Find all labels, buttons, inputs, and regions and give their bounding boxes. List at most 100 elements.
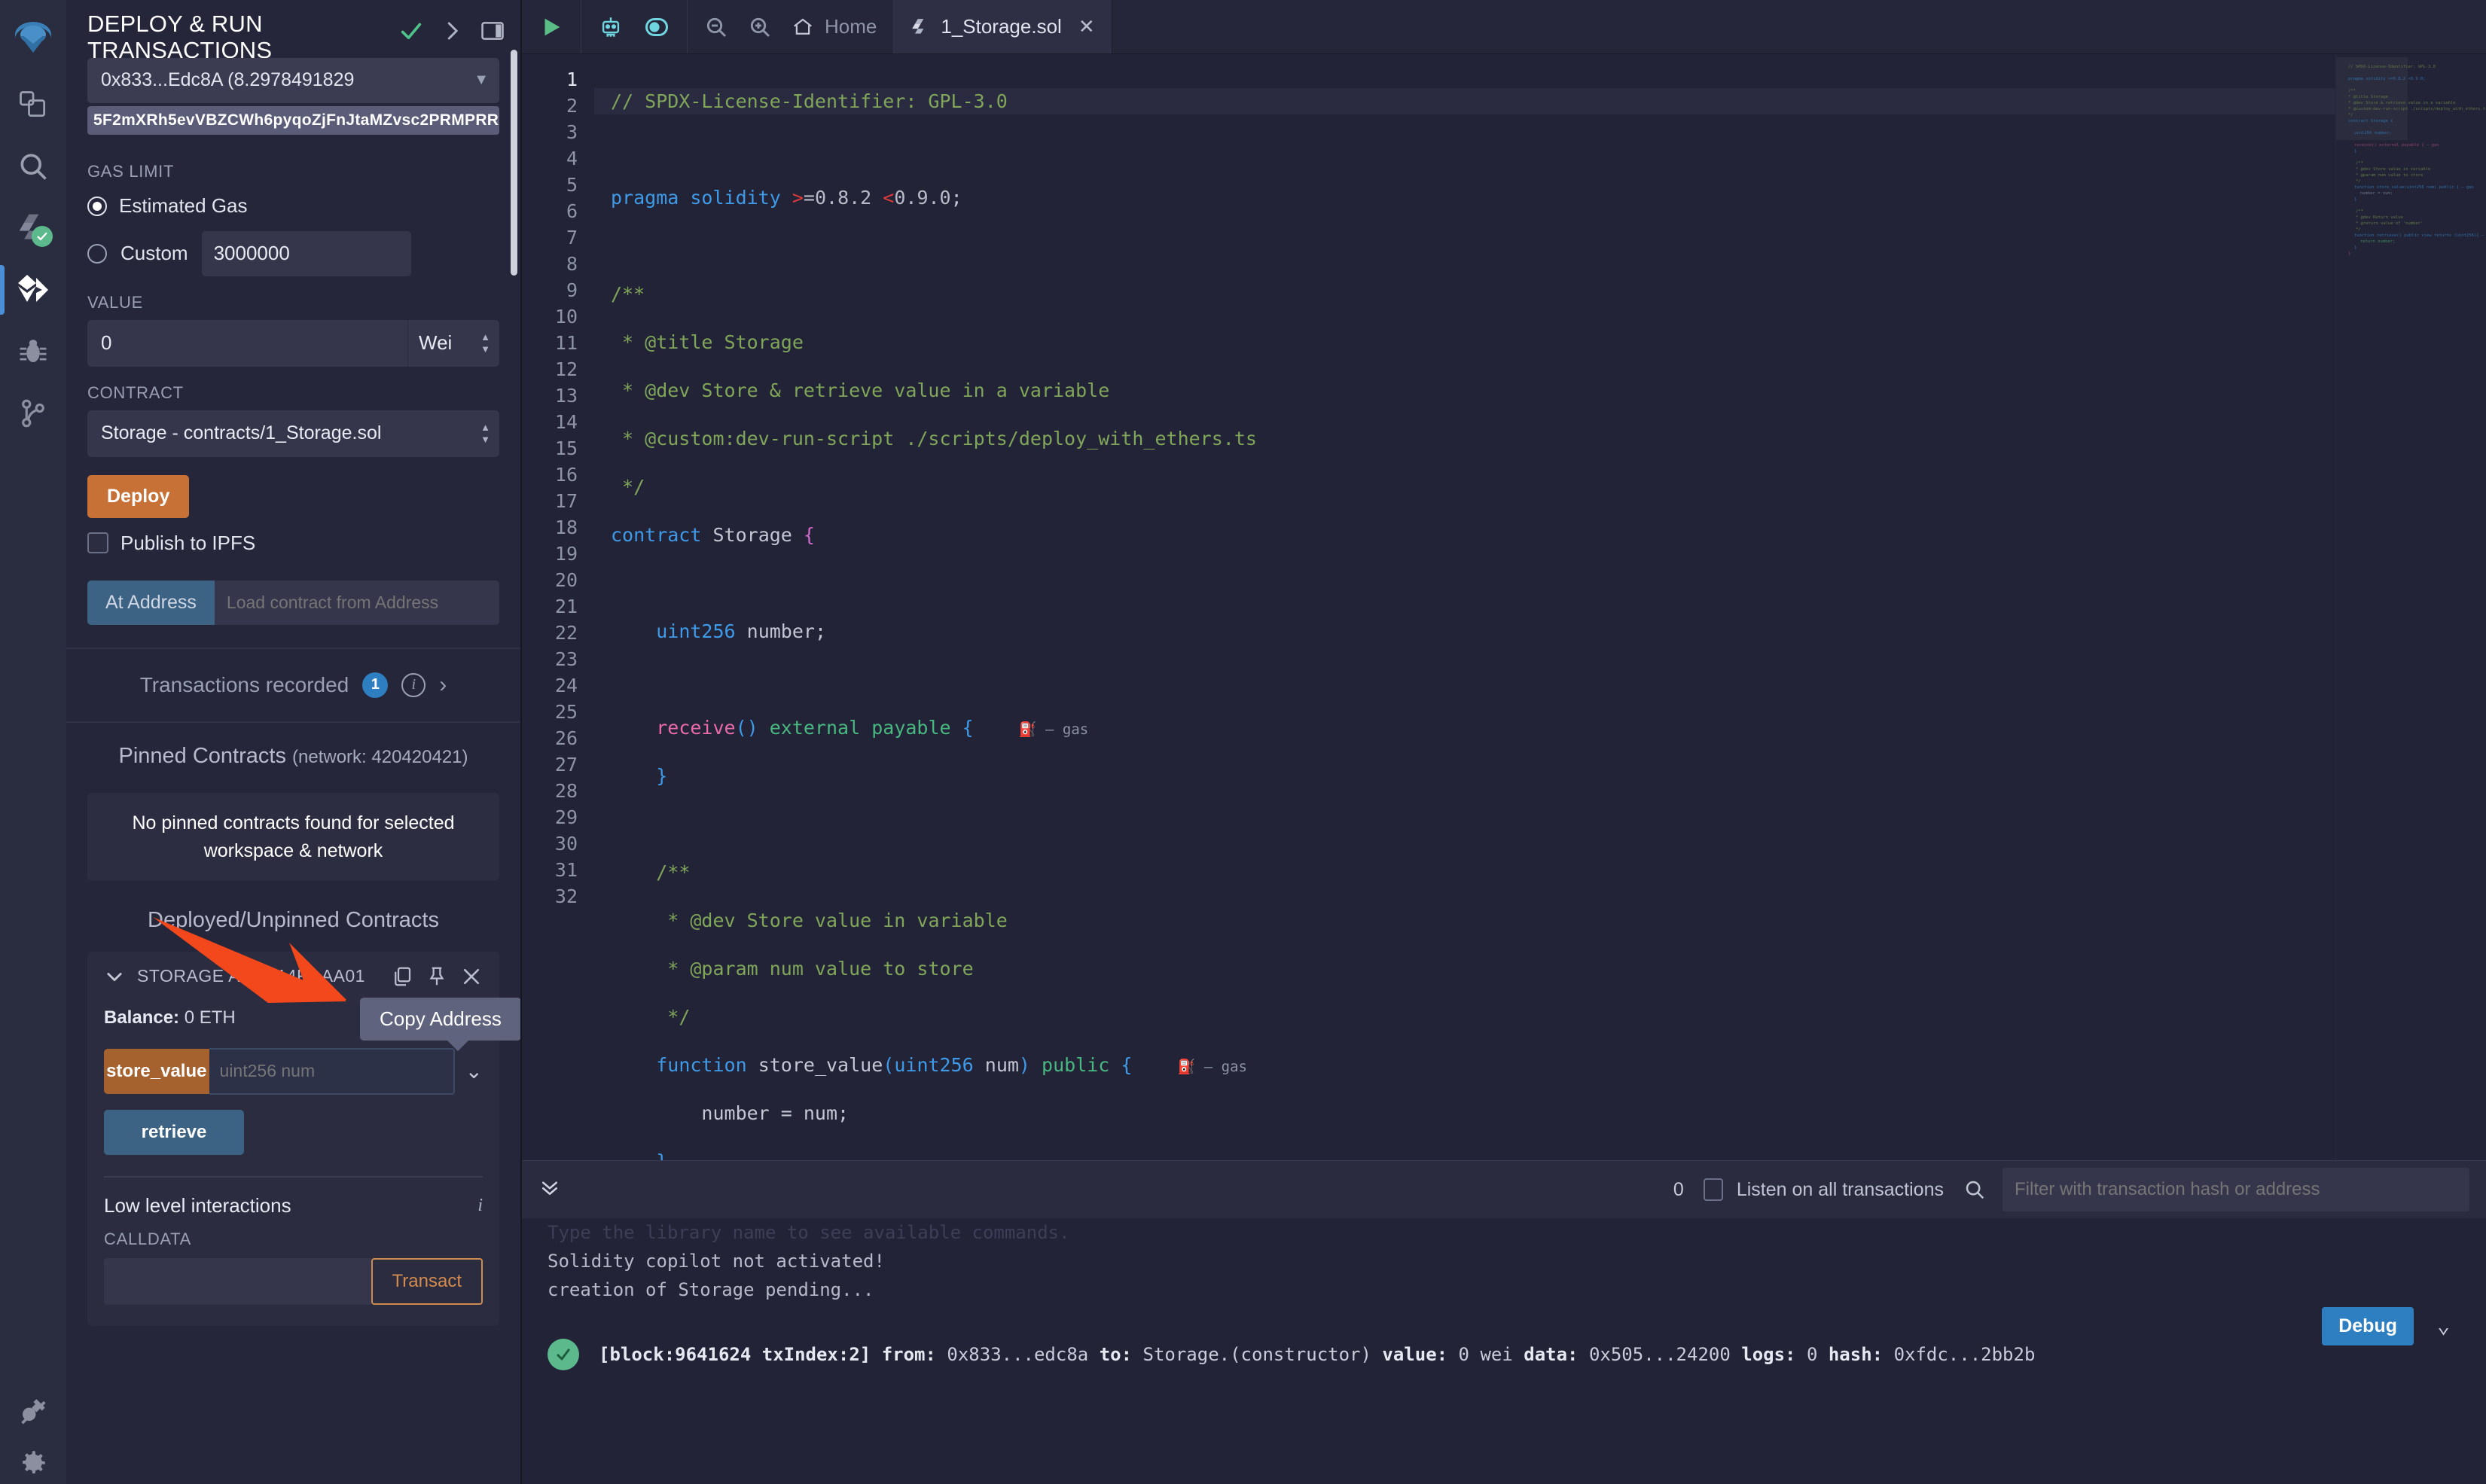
tab-label: 1_Storage.sol <box>941 15 1062 38</box>
panel-scrollbar-thumb[interactable] <box>511 50 517 276</box>
transact-button[interactable]: Transact <box>371 1257 483 1305</box>
custom-gas-radio[interactable] <box>87 243 107 264</box>
terminal-count: 0 <box>1673 1178 1684 1200</box>
publish-ipfs-label: Publish to IPFS <box>120 531 256 554</box>
debugger-icon[interactable] <box>0 321 66 382</box>
search-icon[interactable] <box>1963 1178 2003 1201</box>
remix-logo-icon[interactable] <box>0 11 66 74</box>
svg-text:*/: */ <box>2348 113 2353 117</box>
balance-value: 0 ETH <box>184 1007 236 1028</box>
deploy-button[interactable]: Deploy <box>87 474 190 518</box>
value-input[interactable] <box>87 319 407 367</box>
listen-all-transactions-checkbox[interactable] <box>1703 1178 1723 1201</box>
info-icon[interactable]: i <box>401 672 426 697</box>
svg-text:* @custom:dev-run-script ./scr: * @custom:dev-run-script ./scripts/deplo… <box>2348 107 2486 111</box>
transactions-recorded-label: Transactions recorded <box>139 672 349 696</box>
terminal-log-line: Type the library name to see available c… <box>548 1222 1070 1243</box>
chevron-right-icon[interactable]: › <box>439 672 447 698</box>
pinned-contracts-label: Pinned Contracts <box>118 743 286 768</box>
chevron-down-icon[interactable]: ⌄ <box>455 1059 483 1083</box>
plugin-manager-icon[interactable] <box>0 1380 66 1442</box>
chevron-down-icon[interactable]: ⌄ <box>2437 1313 2450 1338</box>
calldata-input[interactable] <box>104 1257 371 1305</box>
divider <box>104 1175 483 1178</box>
solidity-compiler-icon[interactable] <box>0 197 66 259</box>
play-icon[interactable] <box>538 14 564 40</box>
listen-all-transactions-label: Listen on all transactions <box>1736 1178 1944 1200</box>
tx-hash-value: 0xfdc...2bb2b <box>1893 1344 2036 1365</box>
tx-from-label: from: <box>881 1344 936 1365</box>
account-select[interactable]: 0x833...Edc8A (8.2978491829 ▼ <box>87 57 499 103</box>
estimated-gas-radio[interactable] <box>87 196 107 216</box>
terminal-log-line: creation of Storage pending... <box>548 1279 874 1300</box>
tx-logs-label: logs: <box>1741 1344 1796 1365</box>
search-icon[interactable] <box>0 136 66 197</box>
store-value-button[interactable]: store_value <box>104 1048 209 1094</box>
tx-value-label: value: <box>1382 1344 1448 1365</box>
page-title: DEPLOY & RUN TRANSACTIONS <box>87 11 273 64</box>
pinned-contracts-heading: Pinned Contracts (network: 420420421) <box>66 723 520 771</box>
solidity-file-icon <box>912 18 924 34</box>
transactions-recorded-row[interactable]: Transactions recorded 1 i › <box>66 649 520 721</box>
transaction-filter-input[interactable] <box>2003 1168 2469 1211</box>
svg-text:/**: /** <box>2356 161 2363 166</box>
pin-icon[interactable] <box>426 965 448 988</box>
code-content[interactable]: // SPDX-License-Identifier: GPL-3.0 prag… <box>594 54 2335 1160</box>
chevron-down-icon[interactable] <box>104 966 125 987</box>
svg-text:contract Storage {: contract Storage { <box>2348 119 2393 123</box>
code-area[interactable]: 1 2 3 4 5 6 7 8 9 10 11 12 13 14 15 16 17 18 19 20 21 22 23 2… <box>522 54 2335 1160</box>
compile-success-badge <box>32 226 53 247</box>
svg-text:}: } <box>2348 251 2350 256</box>
panel-body: 0x833...Edc8A (8.2978491829 ▼ 5F2mXRh5ev… <box>66 57 520 1326</box>
load-contract-input[interactable] <box>214 580 499 625</box>
svg-text:// SPDX-License-Identifier: GP: // SPDX-License-Identifier: GPL-3.0 <box>2348 65 2436 69</box>
custom-gas-input[interactable] <box>201 230 411 276</box>
svg-text:}: } <box>2354 245 2356 250</box>
terminal-output[interactable]: Type the library name to see available c… <box>522 1218 2486 1484</box>
tab-1-storage-sol[interactable]: 1_Storage.sol ✕ <box>894 0 1112 53</box>
zoom-out-icon[interactable] <box>704 15 728 39</box>
file-explorer-icon[interactable] <box>0 74 66 136</box>
tx-logs-value: 0 <box>1806 1344 1818 1365</box>
git-icon[interactable] <box>0 382 66 444</box>
collapse-terminal-icon[interactable] <box>538 1176 579 1203</box>
terminal-panel: 0 Listen on all transactions Type the li… <box>522 1160 2486 1484</box>
address-pill: 5F2mXRh5evVBZCWh6pyqoZjFnJtaMZvsc2PRMPRR… <box>87 105 499 135</box>
home-button[interactable]: Home <box>792 15 877 38</box>
svg-text:pragma solidity >=0.8.2 <0.9.0: pragma solidity >=0.8.2 <0.9.0; <box>2348 77 2426 81</box>
publish-ipfs-row[interactable]: Publish to IPFS <box>87 532 520 555</box>
check-icon[interactable] <box>398 18 424 44</box>
toggle-panel-icon[interactable] <box>480 18 505 44</box>
value-unit-select[interactable]: Wei ▲ ▼ <box>407 319 499 367</box>
at-address-button[interactable]: At Address <box>87 580 215 625</box>
contract-select[interactable]: Storage - contracts/1_Storage.sol ▲ ▼ <box>87 410 499 457</box>
estimated-gas-radio-row[interactable]: Estimated Gas <box>87 189 520 224</box>
tx-from-value: 0x833...edc8a <box>947 1344 1089 1365</box>
close-icon[interactable] <box>460 965 483 988</box>
debug-button[interactable]: Debug <box>2322 1307 2414 1345</box>
publish-ipfs-checkbox[interactable] <box>87 532 108 554</box>
zoom-group: Home <box>688 0 895 53</box>
chevron-right-icon[interactable] <box>441 20 463 42</box>
transaction-summary: [block:9641624 txIndex:2] from: 0x833...… <box>599 1344 2035 1365</box>
tx-data-value: 0x505...24200 <box>1588 1344 1731 1365</box>
info-icon[interactable]: i <box>477 1196 483 1216</box>
robot-icon[interactable] <box>598 14 624 40</box>
copy-address-tooltip: Copy Address <box>360 998 520 1051</box>
contrast-toggle-icon[interactable] <box>643 14 670 41</box>
retrieve-button[interactable]: retrieve <box>104 1109 244 1155</box>
run-group <box>522 0 581 53</box>
svg-text:}: } <box>2354 197 2356 202</box>
transaction-entry[interactable]: [block:9641624 txIndex:2] from: 0x833...… <box>522 1339 2486 1370</box>
deploy-run-icon[interactable] <box>0 259 66 321</box>
contract-value: Storage - contracts/1_Storage.sol <box>101 422 382 444</box>
svg-text:}: } <box>2354 149 2356 154</box>
zoom-in-icon[interactable] <box>748 15 772 39</box>
close-icon[interactable]: ✕ <box>1078 15 1095 38</box>
editor-minimap[interactable]: // SPDX-License-Identifier: GPL-3.0 prag… <box>2335 54 2486 1160</box>
copy-icon[interactable] <box>391 965 413 988</box>
store-value-input[interactable] <box>209 1047 455 1095</box>
svg-text:function retrieve() public vie: function retrieve() public view returns … <box>2354 233 2486 238</box>
tx-block: [block:9641624 txIndex:2] <box>599 1344 871 1365</box>
settings-gear-icon[interactable] <box>0 1442 66 1484</box>
